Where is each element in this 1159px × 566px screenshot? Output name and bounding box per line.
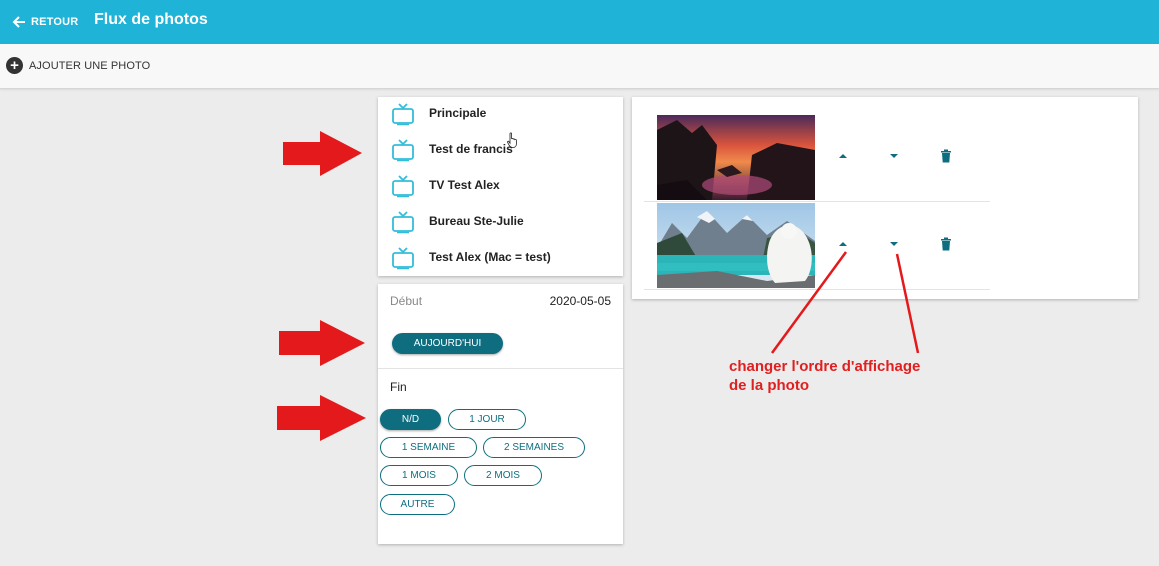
trash-icon [941,237,951,251]
caret-down-icon [890,154,898,158]
delete-button[interactable] [938,236,954,252]
start-label: Début [390,294,423,308]
end-option-1-jour[interactable]: 1 JOUR [448,409,526,430]
app-header: RETOUR Flux de photos [0,0,1159,44]
end-option-nd[interactable]: N/D [380,409,441,430]
back-button[interactable]: RETOUR [12,12,78,32]
toolbar: + AJOUTER UNE PHOTO [0,44,1159,89]
end-option-2-semaines[interactable]: 2 SEMAINES [483,437,585,458]
page-title: Flux de photos [94,11,208,28]
end-option-2-mois[interactable]: 2 MOIS [464,465,542,486]
photo-list [632,97,1138,299]
move-up-button[interactable] [835,236,851,252]
trash-icon [941,149,951,163]
annotation-line-2: de la photo [729,377,809,394]
move-down-button[interactable] [886,236,902,252]
back-label: RETOUR [31,16,79,28]
screen-label: TV Test Alex [429,178,500,192]
caret-up-icon [839,242,847,246]
screen-item-test-alex-mac[interactable]: Test Alex (Mac = test) [378,241,623,277]
add-photo-button[interactable]: + AJOUTER UNE PHOTO [6,57,150,74]
photo-row [644,202,990,290]
photo-thumbnail [657,203,815,288]
tv-icon [392,247,414,270]
divider [378,368,623,369]
caret-down-icon [890,242,898,246]
delete-button[interactable] [938,148,954,164]
screen-list: Principale Test de francis TV Test Alex … [378,97,623,276]
tv-icon [392,139,414,162]
move-up-button[interactable] [835,148,851,164]
start-date-field[interactable]: 2020-05-05 [550,294,611,308]
plus-circle-icon: + [6,57,23,74]
photo-thumbnail [657,115,815,200]
tv-icon [392,103,414,126]
today-button[interactable]: AUJOURD'HUI [392,333,503,354]
screen-label: Principale [429,106,487,120]
screen-item-tv-test-alex[interactable]: TV Test Alex [378,169,623,205]
tv-icon [392,211,414,234]
end-option-1-mois[interactable]: 1 MOIS [380,465,458,486]
screen-item-principale[interactable]: Principale [378,97,623,133]
end-label: Fin [390,380,407,394]
screen-label: Test de francis [429,142,513,156]
hand-cursor-icon [507,132,517,148]
tv-icon [392,175,414,198]
red-arrow-icon [279,320,365,366]
red-arrow-icon [277,395,366,441]
annotation-line-1: changer l'ordre d'affichage [729,358,921,375]
annotation-text: changer l'ordre d'affichage de la photo [729,357,920,395]
screen-label: Test Alex (Mac = test) [429,250,551,264]
arrow-left-icon [12,16,25,28]
move-down-button[interactable] [886,148,902,164]
end-option-1-semaine[interactable]: 1 SEMAINE [380,437,477,458]
caret-up-icon [839,154,847,158]
screen-item-bureau-ste-julie[interactable]: Bureau Ste-Julie [378,205,623,241]
schedule-panel: Début 2020-05-05 AUJOURD'HUI Fin N/D 1 J… [378,284,623,544]
red-arrow-icon [283,131,362,176]
photo-row [644,114,990,202]
end-option-autre[interactable]: AUTRE [380,494,455,515]
screen-label: Bureau Ste-Julie [429,214,524,228]
screen-item-test-de-francis[interactable]: Test de francis [378,133,623,169]
add-photo-label: AJOUTER UNE PHOTO [29,59,151,72]
